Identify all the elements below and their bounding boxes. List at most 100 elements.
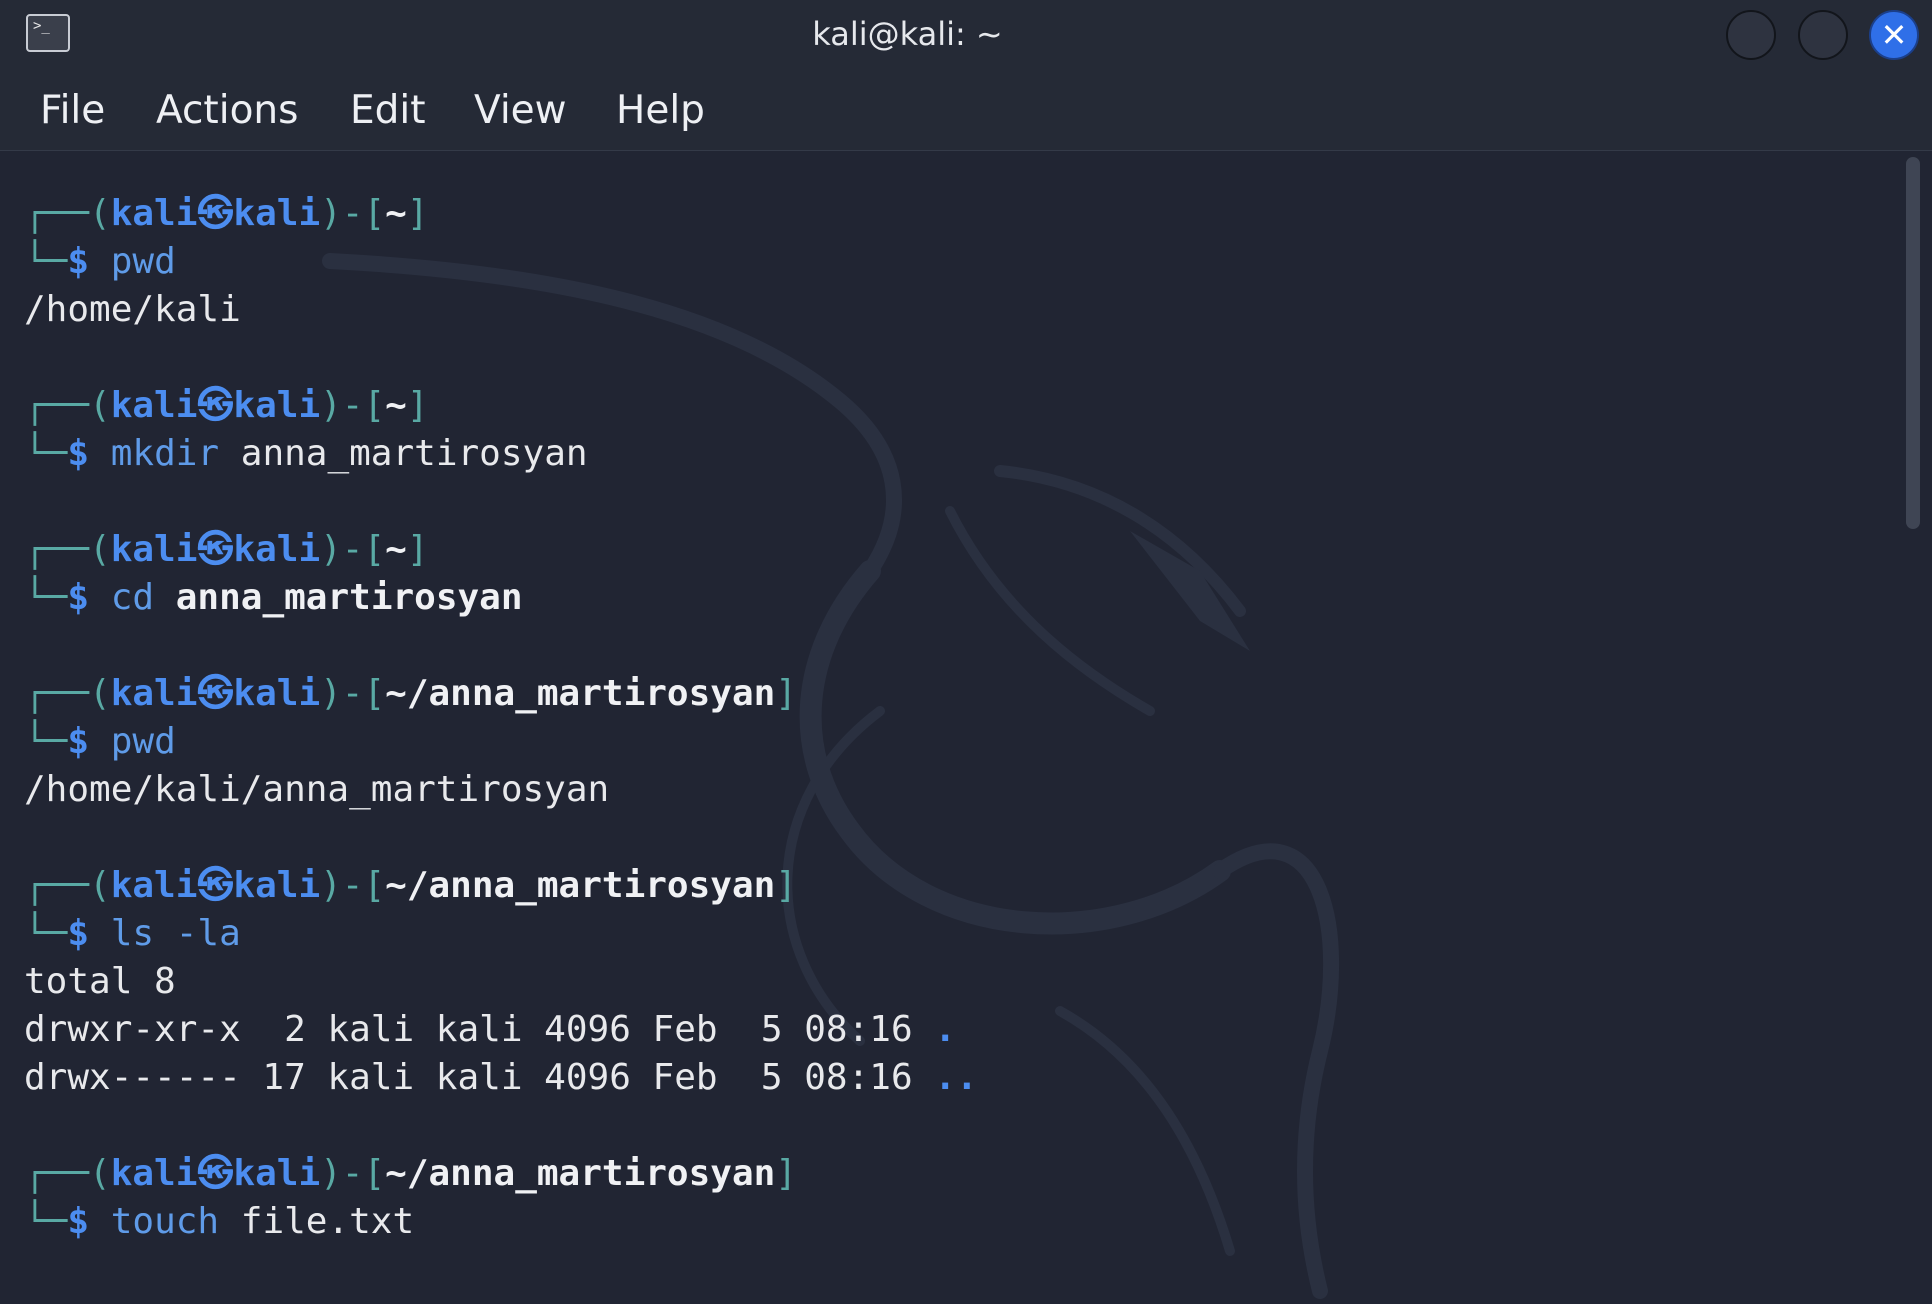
command-args: file.txt [219, 1201, 415, 1242]
scrollbar[interactable] [1906, 157, 1920, 529]
prompt-directory: ~ [385, 385, 407, 426]
prompt-box-corner: ┌──( [24, 529, 111, 570]
prompt-header: ┌──(kali㉿kali)-[~] [24, 527, 429, 573]
prompt-at-symbol: ㉿ [197, 193, 234, 234]
command-name: cd [110, 577, 155, 618]
prompt-host: kali [233, 193, 321, 234]
prompt-dollar: $ [67, 721, 111, 762]
prompt-header: ┌──(kali㉿kali)-[~/anna_martirosyan] [24, 671, 797, 717]
prompt-user: kali [110, 529, 198, 570]
prompt-dollar: $ [67, 1201, 111, 1242]
command-line: └─$ pwd [24, 719, 176, 765]
prompt-box-corner-bottom: └─ [24, 433, 68, 474]
prompt-dollar: $ [67, 433, 111, 474]
output-text: /home/kali/anna_martirosyan [24, 769, 610, 810]
prompt-box-corner-bottom: └─ [24, 913, 68, 954]
prompt-box-corner: ┌──( [24, 193, 111, 234]
output-text: drwx------ 17 kali kali 4096 Feb 5 08:16 [24, 1057, 935, 1098]
prompt-box-corner: ┌──( [24, 1153, 111, 1194]
prompt-user: kali [110, 865, 198, 906]
prompt-host: kali [233, 865, 321, 906]
output-line: drwxr-xr-x 2 kali kali 4096 Feb 5 08:16 … [24, 1007, 956, 1053]
prompt-at-symbol: ㉿ [197, 385, 234, 426]
close-icon: ✕ [1880, 16, 1908, 54]
terminal-window: >_ kali@kali: ~ ✕ File Actions Edit View… [0, 0, 1932, 1304]
prompt-box-corner-bottom: └─ [24, 241, 68, 282]
output-line: drwx------ 17 kali kali 4096 Feb 5 08:16… [24, 1055, 978, 1101]
title-bar[interactable]: >_ kali@kali: ~ ✕ [0, 0, 1932, 70]
menu-actions[interactable]: Actions [156, 88, 298, 134]
prompt-dollar: $ [67, 913, 111, 954]
prompt-bracket-close: ] [775, 673, 797, 714]
prompt-header: ┌──(kali㉿kali)-[~/anna_martirosyan] [24, 1151, 797, 1197]
output-dir-entry: . [934, 1009, 956, 1050]
prompt-host: kali [233, 529, 321, 570]
command-line: └─$ mkdir anna_martirosyan [24, 431, 588, 477]
command-name: mkdir [110, 433, 220, 474]
prompt-header: ┌──(kali㉿kali)-[~/anna_martirosyan] [24, 863, 797, 909]
menu-view[interactable]: View [474, 88, 567, 134]
command-line: └─$ touch file.txt [24, 1199, 414, 1245]
prompt-user: kali [110, 385, 198, 426]
prompt-bracket-close: ] [775, 865, 797, 906]
prompt-user: kali [110, 673, 198, 714]
prompt-header: ┌──(kali㉿kali)-[~] [24, 383, 429, 429]
prompt-directory: ~ [385, 193, 407, 234]
prompt-box-corner-bottom: └─ [24, 1201, 68, 1242]
output-line: total 8 [24, 959, 176, 1005]
prompt-bracket: )-[ [320, 385, 386, 426]
prompt-directory: ~/anna_martirosyan [385, 673, 776, 714]
menu-edit[interactable]: Edit [350, 88, 426, 134]
close-button[interactable]: ✕ [1869, 10, 1919, 60]
prompt-box-corner: ┌──( [24, 865, 111, 906]
prompt-bracket-close: ] [406, 385, 429, 426]
prompt-box-corner: ┌──( [24, 385, 111, 426]
prompt-box-corner: ┌──( [24, 673, 111, 714]
prompt-at-symbol: ㉿ [197, 1153, 234, 1194]
window-title: kali@kali: ~ [812, 15, 1003, 53]
maximize-button[interactable] [1798, 10, 1848, 60]
output-dir-entry: .. [934, 1057, 978, 1098]
command-name: touch [110, 1201, 220, 1242]
prompt-user: kali [110, 193, 198, 234]
output-line: /home/kali [24, 287, 241, 333]
prompt-bracket: )-[ [320, 193, 386, 234]
prompt-bracket: )-[ [320, 673, 386, 714]
output-line: /home/kali/anna_martirosyan [24, 767, 609, 813]
prompt-at-symbol: ㉿ [197, 529, 234, 570]
prompt-at-symbol: ㉿ [197, 865, 234, 906]
command-name: pwd [110, 241, 176, 282]
prompt-directory: ~/anna_martirosyan [385, 1153, 776, 1194]
prompt-box-corner-bottom: └─ [24, 721, 68, 762]
prompt-bracket-close: ] [406, 193, 429, 234]
prompt-at-symbol: ㉿ [197, 673, 234, 714]
menu-file[interactable]: File [40, 88, 105, 134]
prompt-bracket: )-[ [320, 1153, 386, 1194]
prompt-directory: ~ [385, 529, 407, 570]
prompt-user: kali [110, 1153, 198, 1194]
prompt-directory: ~/anna_martirosyan [385, 865, 776, 906]
menu-bar: File Actions Edit View Help [0, 70, 1932, 151]
command-args: -la [154, 913, 241, 954]
command-name: pwd [110, 721, 176, 762]
output-text: drwxr-xr-x 2 kali kali 4096 Feb 5 08:16 [24, 1009, 935, 1050]
minimize-button[interactable] [1726, 10, 1776, 60]
prompt-host: kali [233, 385, 321, 426]
prompt-bracket-close: ] [406, 529, 429, 570]
command-name: ls [110, 913, 155, 954]
prompt-box-corner-bottom: └─ [24, 577, 68, 618]
prompt-bracket: )-[ [320, 529, 386, 570]
prompt-dollar: $ [67, 577, 111, 618]
command-args: anna_martirosyan [154, 577, 523, 618]
kali-dragon-watermark-icon [322, 253, 1340, 1299]
terminal-output-area[interactable]: ┌──(kali㉿kali)-[~] └─$ pwd/home/kali ┌──(k… [0, 151, 1932, 1304]
prompt-header: ┌──(kali㉿kali)-[~] [24, 191, 429, 237]
prompt-bracket-close: ] [775, 1153, 797, 1194]
command-line: └─$ cd anna_martirosyan [24, 575, 523, 621]
prompt-dollar: $ [67, 241, 111, 282]
output-text: total 8 [24, 961, 176, 1002]
menu-help[interactable]: Help [616, 88, 705, 134]
command-line: └─$ ls -la [24, 911, 241, 957]
output-text: /home/kali [24, 289, 241, 330]
prompt-host: kali [233, 1153, 321, 1194]
